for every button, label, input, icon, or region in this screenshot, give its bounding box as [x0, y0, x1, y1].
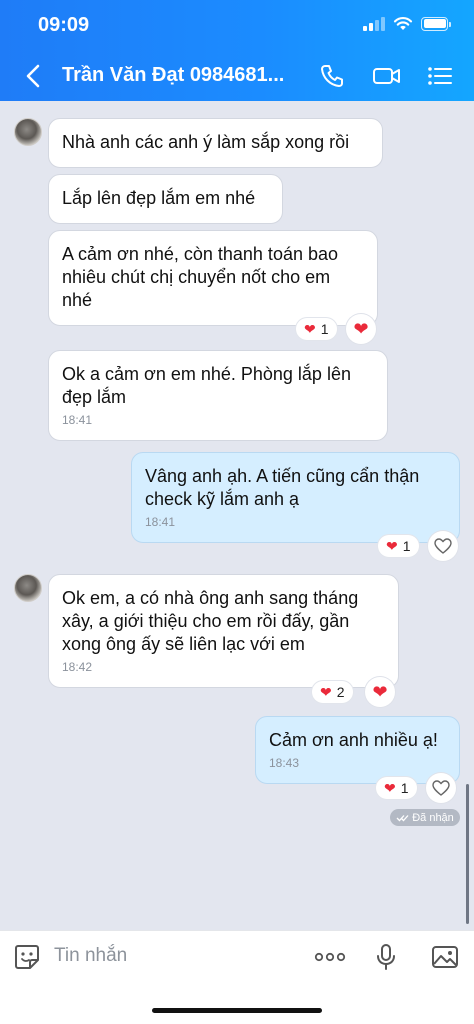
message-text: Lắp lên đẹp lắm em nhé [62, 188, 256, 208]
message-text: Ok em, a có nhà ông anh sang tháng xây, … [62, 588, 359, 654]
reaction-number: 2 [336, 684, 345, 700]
heart-icon: ❤ [320, 683, 332, 700]
double-check-icon [396, 814, 409, 821]
chat-header: 09:09 Trần Văn Đạt 0984681... [0, 0, 474, 101]
contact-avatar[interactable] [14, 118, 42, 146]
message-bubble[interactable]: Ok a cảm ơn em nhé. Phòng lắp lên đẹp lắ… [48, 350, 388, 441]
message-text: A cảm ơn nhé, còn thanh toán bao nhiêu c… [62, 244, 339, 310]
heart-icon: ❤ [372, 681, 388, 702]
heart-icon: ❤ [386, 537, 398, 554]
reaction-count[interactable]: ❤ 2 [312, 681, 353, 703]
status-time: 09:09 [38, 14, 90, 36]
back-arrow-icon[interactable] [22, 62, 46, 90]
status-icons [363, 16, 451, 31]
heart-icon: ❤ [304, 320, 316, 337]
heart-icon: ❤ [353, 318, 369, 339]
contact-avatar[interactable] [14, 574, 42, 602]
heart-react-button[interactable] [426, 773, 456, 803]
message-input[interactable]: Tin nhắn [54, 945, 294, 971]
heart-react-button[interactable] [428, 531, 458, 561]
message-bubble[interactable]: Lắp lên đẹp lắm em nhé [48, 174, 283, 224]
delivery-status-badge: Đã nhận [390, 809, 460, 826]
reaction-count[interactable]: ❤ 1 [376, 777, 417, 799]
home-indicator [152, 1008, 322, 1013]
video-call-icon[interactable] [372, 62, 402, 90]
message-text: Ok a cảm ơn em nhé. Phòng lắp lên đẹp lắ… [62, 364, 351, 407]
wifi-icon [393, 17, 413, 30]
image-gallery-icon[interactable] [431, 943, 459, 971]
message-text: Vâng anh ạh. A tiến cũng cẩn thận check … [145, 466, 420, 509]
phone-call-icon[interactable] [318, 62, 346, 90]
heart-react-button[interactable]: ❤ [346, 314, 376, 344]
delivery-status-text: Đã nhận [412, 811, 454, 824]
heart-icon: ❤ [384, 779, 396, 796]
heart-outline-icon [432, 780, 450, 796]
contact-name[interactable]: Trần Văn Đạt 0984681... [62, 64, 298, 87]
menu-list-icon[interactable] [426, 62, 454, 90]
message-bubble-own[interactable]: Vâng anh ạh. A tiến cũng cẩn thận check … [131, 452, 460, 543]
signal-icon [363, 16, 385, 31]
message-time: 18:41 [145, 515, 176, 529]
reaction-number: 1 [320, 321, 329, 337]
message-bubble-own[interactable]: Cảm ơn anh nhiều ạ! 18:43 [255, 716, 460, 784]
message-bubble[interactable]: A cảm ơn nhé, còn thanh toán bao nhiêu c… [48, 230, 378, 326]
battery-icon [421, 16, 451, 31]
heart-outline-icon [434, 538, 452, 554]
message-text: Cảm ơn anh nhiều ạ! [269, 730, 438, 750]
reaction-count[interactable]: ❤ 1 [296, 318, 337, 340]
more-options-icon[interactable] [314, 943, 346, 971]
message-time: 18:41 [62, 413, 93, 427]
message-time: 18:43 [269, 756, 300, 770]
scrollbar[interactable] [466, 784, 469, 924]
sticker-icon[interactable] [13, 943, 41, 971]
message-bubble[interactable]: Nhà anh các anh ý làm sắp xong rồi [48, 118, 383, 168]
heart-react-button[interactable]: ❤ [365, 677, 395, 707]
reaction-number: 1 [400, 780, 409, 796]
message-time: 18:42 [62, 660, 93, 674]
microphone-icon[interactable] [372, 943, 400, 971]
reaction-count[interactable]: ❤ 1 [378, 535, 419, 557]
reaction-number: 1 [402, 538, 411, 554]
message-text: Nhà anh các anh ý làm sắp xong rồi [62, 132, 350, 152]
message-bubble[interactable]: Ok em, a có nhà ông anh sang tháng xây, … [48, 574, 399, 688]
